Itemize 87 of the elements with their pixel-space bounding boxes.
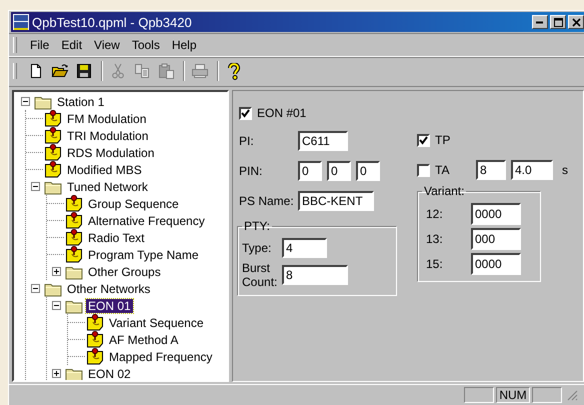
tree-item[interactable]: AF Method A	[107, 332, 180, 346]
menu-item[interactable]: Help	[166, 38, 204, 52]
window-title: QpbTest10.qpml - Qpb3420	[32, 14, 193, 30]
pinned-note-icon	[44, 161, 62, 178]
checkbox-label: TA	[435, 163, 450, 177]
checkbox[interactable]	[417, 134, 430, 146]
menu-item[interactable]: Edit	[56, 38, 90, 52]
tree-item[interactable]: RDS Modulation	[65, 146, 156, 160]
field-label: PIN:	[239, 164, 264, 178]
tree-item[interactable]: Alternative Frequency	[86, 214, 207, 228]
menu-item[interactable]: File	[25, 38, 56, 52]
collapse-icon[interactable]	[31, 182, 40, 191]
collapse-icon[interactable]	[52, 301, 61, 310]
field-label: 13:	[425, 232, 444, 246]
tree-item[interactable]: Mapped Frequency	[107, 350, 214, 364]
input-field[interactable]: 000	[471, 228, 521, 250]
collapse-icon[interactable]	[21, 97, 30, 106]
tree-item[interactable]: FM Modulation	[65, 112, 148, 126]
pinned-note-icon	[86, 314, 104, 331]
pinned-note-icon	[86, 331, 104, 348]
input-field[interactable]: 0	[327, 161, 351, 181]
checkbox-label: EON #01	[257, 106, 306, 120]
pinned-note-icon	[65, 246, 83, 263]
pinned-note-icon	[65, 229, 83, 246]
tree-item[interactable]: Other Networks	[65, 282, 152, 296]
checkbox[interactable]	[417, 164, 430, 176]
maximize-button[interactable]	[550, 15, 566, 29]
tree-item[interactable]: Program Type Name	[86, 248, 200, 262]
tree-item[interactable]: Radio Text	[86, 230, 146, 244]
pinned-note-icon	[86, 348, 104, 365]
open-folder-icon	[51, 63, 69, 79]
printer-icon	[191, 63, 209, 79]
app-icon	[13, 14, 29, 30]
input-field[interactable]: 8	[282, 265, 348, 285]
input-field[interactable]: 8	[476, 160, 506, 180]
scissors-icon	[110, 63, 126, 79]
status-indicator: NUM	[496, 387, 530, 403]
menu-item[interactable]: Tools	[126, 38, 167, 52]
tree-item[interactable]: Variant Sequence	[107, 316, 206, 330]
field-label: Type:	[242, 241, 272, 255]
input-field[interactable]: BBC-KENT	[298, 191, 374, 211]
status-panel	[532, 387, 562, 403]
pinned-note-icon	[65, 212, 83, 229]
group-title: PTY:	[243, 219, 272, 233]
close-button[interactable]	[568, 15, 584, 29]
clipboard-icon	[158, 63, 174, 79]
resize-grip-icon[interactable]	[566, 389, 578, 401]
tree-item[interactable]: Other Groups	[86, 264, 163, 278]
pinned-note-icon	[65, 195, 83, 212]
tree-item[interactable]: EON 02	[86, 366, 133, 380]
tree-item[interactable]: EON 01	[86, 298, 133, 312]
tree-item[interactable]: TRI Modulation	[65, 128, 150, 142]
field-label: Burst Count:	[242, 261, 278, 289]
maximize-icon	[554, 18, 562, 26]
input-field[interactable]: 0000	[471, 253, 521, 275]
input-field[interactable]: 4	[282, 238, 327, 258]
field-label: 15:	[425, 257, 444, 271]
field-label: PS Name:	[239, 194, 293, 208]
menu-item[interactable]: View	[89, 38, 127, 52]
input-field[interactable]: 0	[356, 161, 380, 181]
pinned-note-icon	[44, 144, 62, 161]
close-icon	[572, 18, 580, 26]
tree-item[interactable]: Tuned Network	[65, 180, 150, 194]
input-field[interactable]: 0000	[471, 203, 521, 225]
tree-item[interactable]: Modified MBS	[65, 162, 144, 176]
tree-item[interactable]: Station 1	[55, 94, 106, 108]
pinned-note-icon	[44, 127, 62, 144]
status-panel	[464, 387, 494, 403]
expand-icon[interactable]	[52, 369, 61, 378]
input-field[interactable]: 0	[298, 161, 322, 181]
blank-page-icon	[28, 63, 44, 79]
collapse-icon[interactable]	[31, 284, 40, 293]
checkbox[interactable]	[239, 106, 252, 120]
pinned-note-icon	[44, 110, 62, 127]
group-title: Variant:	[423, 184, 466, 198]
field-label: 12:	[425, 207, 444, 221]
help-icon	[228, 62, 240, 80]
input-field[interactable]: 4.0	[511, 160, 553, 180]
checkbox-label: TP	[435, 133, 450, 147]
copy-icon	[134, 63, 150, 79]
expand-icon[interactable]	[52, 267, 61, 276]
tree-item[interactable]: Group Sequence	[86, 196, 181, 210]
input-field[interactable]: C611	[298, 131, 348, 151]
minimize-button[interactable]	[532, 15, 548, 29]
minimize-icon	[536, 20, 544, 24]
field-label: PI:	[239, 134, 255, 148]
unit-label: s	[562, 163, 568, 177]
